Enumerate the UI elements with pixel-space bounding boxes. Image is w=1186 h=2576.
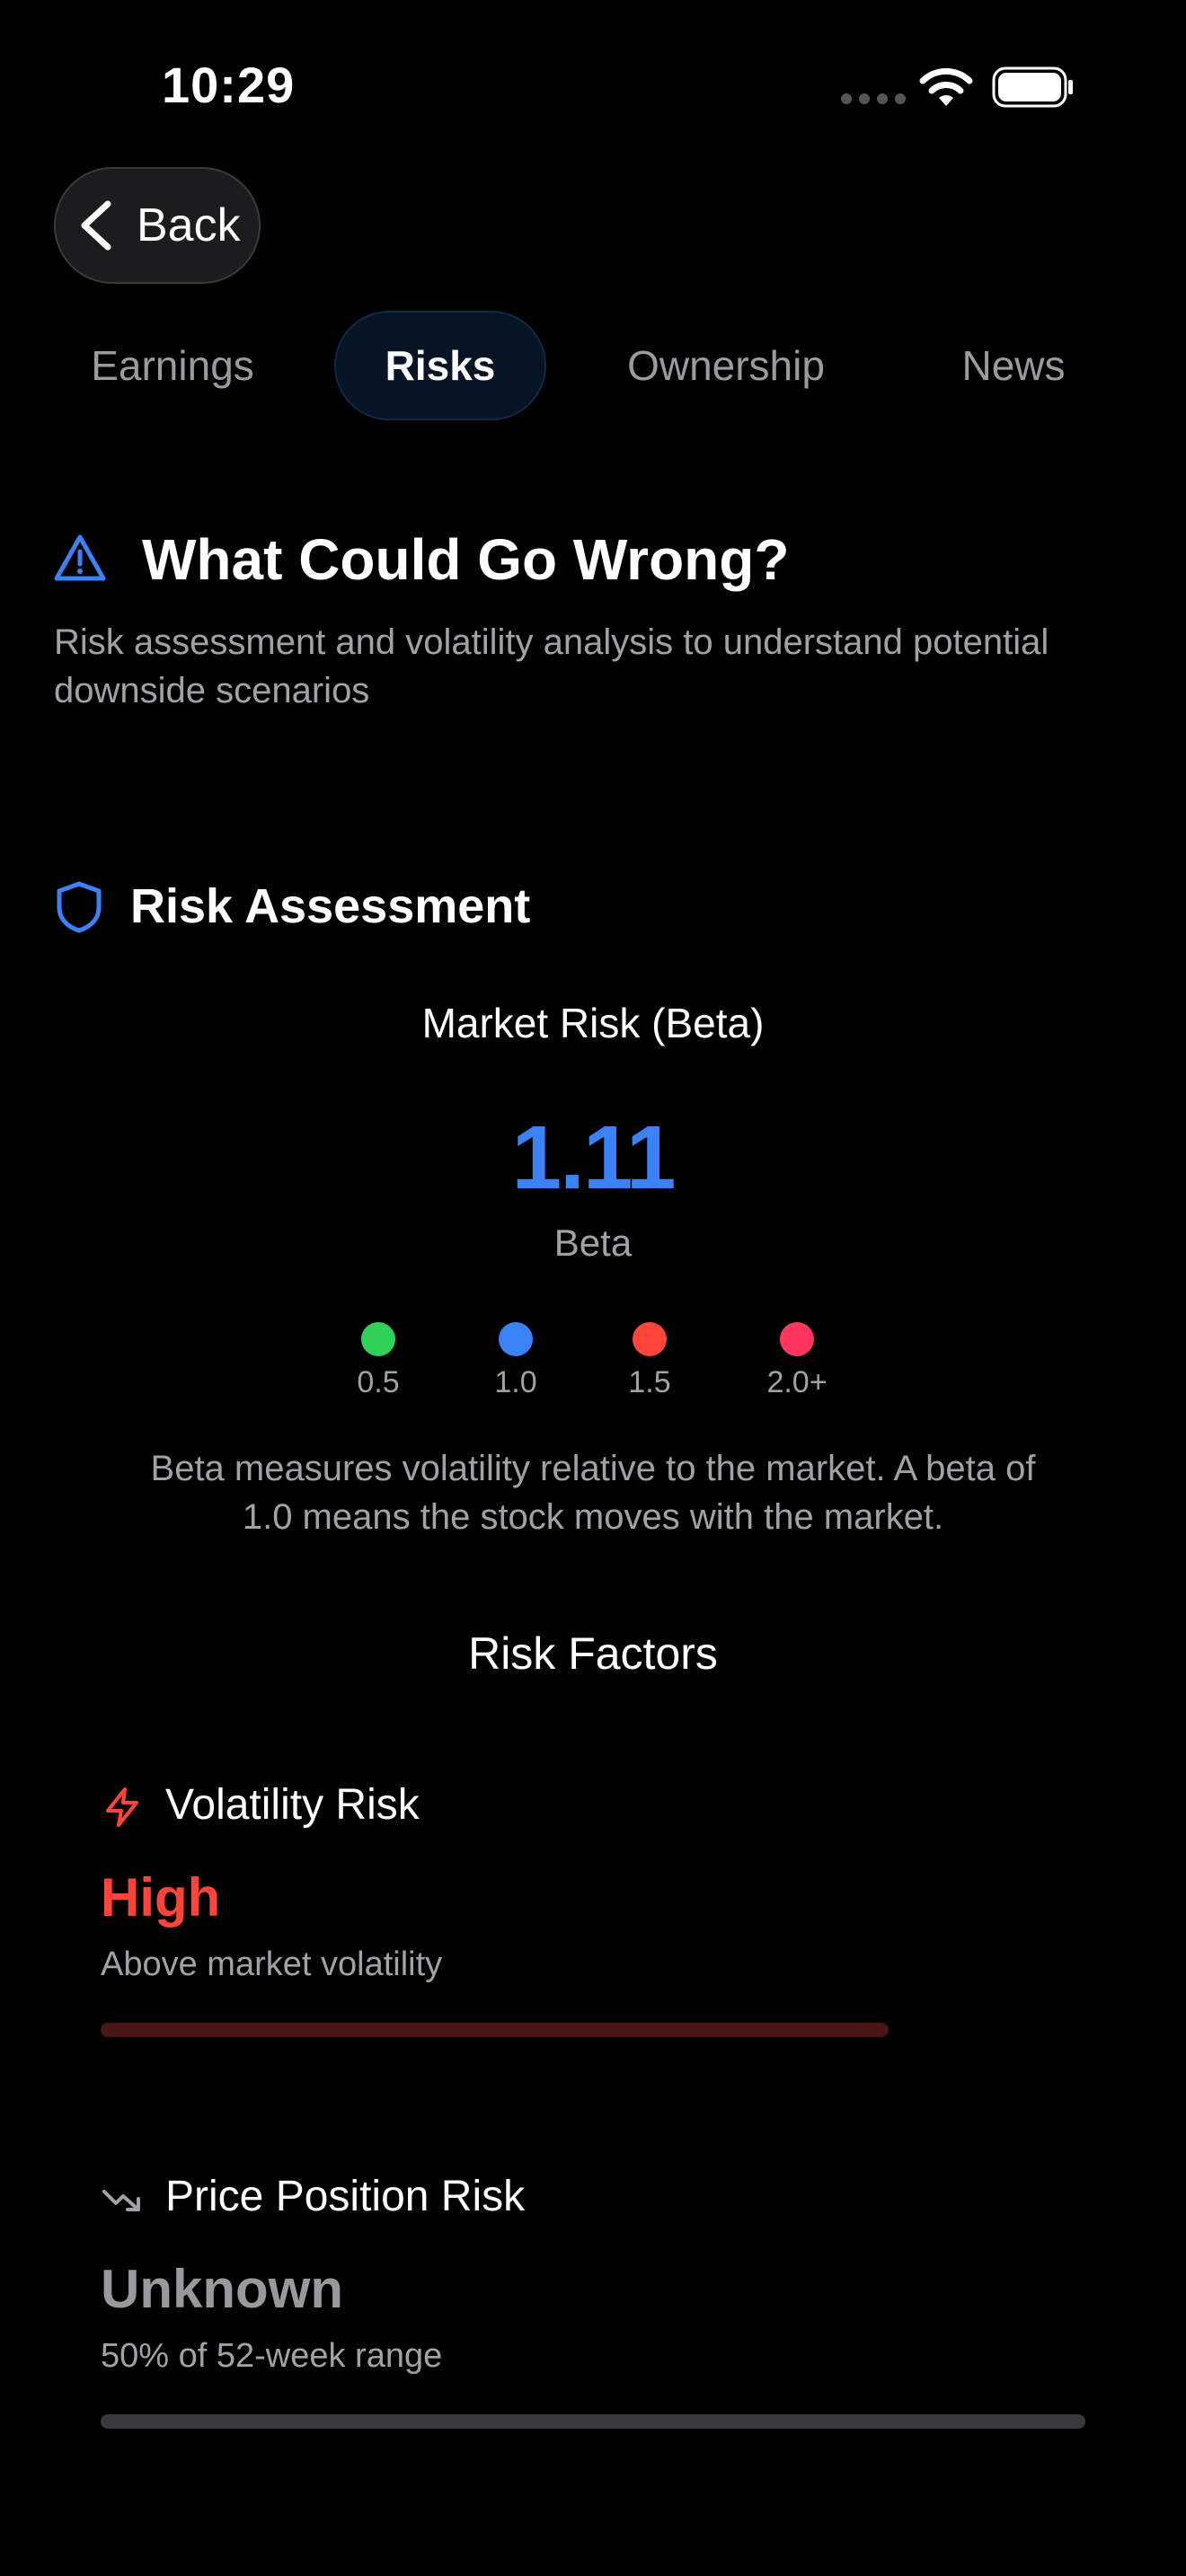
beta-scale-dot-high <box>633 1322 667 1356</box>
volatility-risk-bar <box>101 2023 889 2037</box>
trending-down-icon <box>102 2190 140 2211</box>
beta-scale-label: 1.5 <box>628 1365 671 1399</box>
market-risk-title: Market Risk (Beta) <box>421 1000 765 1046</box>
back-button[interactable]: Back <box>54 167 261 284</box>
beta-scale-label: 0.5 <box>357 1365 400 1399</box>
warning-triangle-icon <box>54 534 106 581</box>
lightning-icon <box>106 1787 138 1827</box>
shield-icon <box>57 881 102 933</box>
chevron-left-icon <box>81 200 111 251</box>
status-time: 10:29 <box>162 57 296 113</box>
tab-earnings[interactable]: Earnings <box>54 311 291 420</box>
risk-factor-level: High <box>101 1867 221 1928</box>
beta-label: Beta <box>553 1222 633 1264</box>
page-title: What Could Go Wrong? <box>142 527 790 592</box>
risk-factor-name: Volatility Risk <box>165 1781 420 1829</box>
risk-assessment-title: Risk Assessment <box>130 879 531 933</box>
battery-icon <box>992 66 1073 108</box>
beta-scale-dot-low <box>361 1322 395 1356</box>
beta-explanation: Beta measures volatility relative to the… <box>150 1449 1036 1537</box>
beta-scale-dot-very-high <box>780 1322 814 1356</box>
risk-factor-description: 50% of 52-week range <box>101 2337 443 2375</box>
page-subtitle: Risk assessment and volatility analysis … <box>54 622 1049 710</box>
beta-value: 1.11 <box>511 1107 676 1208</box>
price-position-risk-bar <box>101 2414 1085 2429</box>
tab-news[interactable]: News <box>934 311 1093 420</box>
beta-scale-label: 1.0 <box>494 1365 537 1399</box>
cellular-signal-icon <box>841 93 906 104</box>
beta-scale-label: 2.0+ <box>766 1365 828 1399</box>
risk-factors-title: Risk Factors <box>468 1628 718 1679</box>
risk-factor-description: Above market volatility <box>101 1945 443 1983</box>
beta-scale-dot-market <box>499 1322 533 1356</box>
back-button-label: Back <box>137 199 241 251</box>
risk-factor-name: Price Position Risk <box>165 2173 526 2220</box>
tab-ownership[interactable]: Ownership <box>593 311 859 420</box>
risk-factor-level: Unknown <box>101 2259 343 2319</box>
tab-risks[interactable]: Risks <box>334 311 546 420</box>
wifi-icon <box>919 67 973 106</box>
